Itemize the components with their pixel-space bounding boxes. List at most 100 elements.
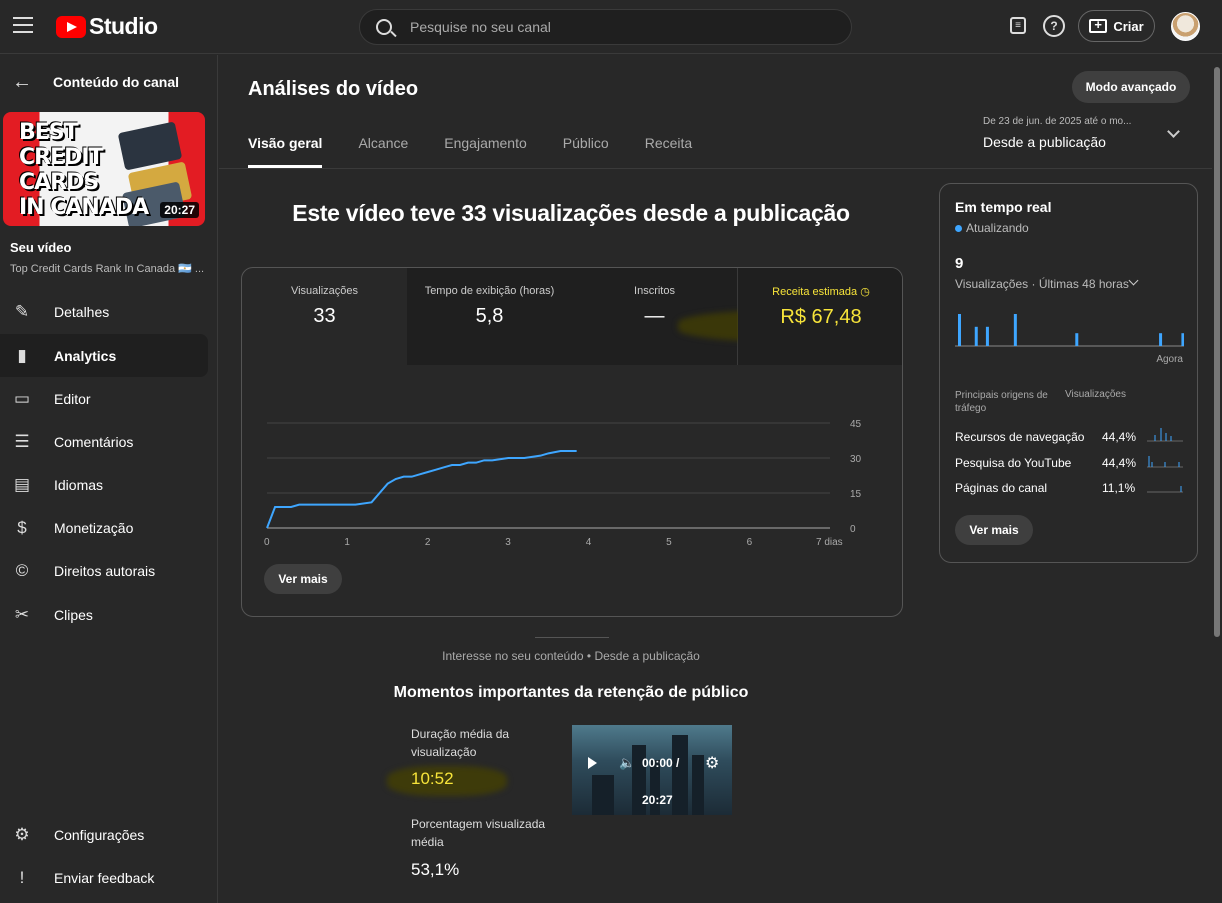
divider: [219, 168, 1212, 169]
metric-views[interactable]: Visualizações 33: [242, 268, 407, 365]
page-title: Análises do vídeo: [248, 78, 419, 100]
x-tick-label: 6: [747, 537, 753, 548]
see-more-button[interactable]: Ver mais: [264, 564, 342, 594]
realtime-bar[interactable]: [958, 314, 961, 346]
realtime-bar[interactable]: [1159, 333, 1163, 346]
sidebar-item-label: Clipes: [54, 606, 93, 623]
y-tick-label: 30: [850, 454, 862, 465]
thumbnail-text: BEST CREDIT CARDS IN CANADA: [19, 120, 149, 220]
gear-icon: ⚙: [14, 824, 30, 844]
skyline-image: [692, 755, 704, 815]
help-icon[interactable]: ?: [1043, 15, 1065, 37]
source-name: Recursos de navegação: [955, 430, 1085, 444]
realtime-bar[interactable]: [1181, 333, 1184, 346]
search-bar[interactable]: [359, 9, 852, 45]
traffic-source-row: Pesquisa do YouTube 44,4%: [955, 456, 1185, 470]
date-range-detail: De 23 de jun. de 2025 até o mo...: [983, 116, 1132, 127]
copyright-icon: ©: [15, 560, 29, 580]
realtime-title: Em tempo real: [955, 199, 1052, 215]
tab-engagement[interactable]: Engajamento: [444, 135, 527, 168]
comment-icon: ☰: [14, 431, 30, 451]
realtime-see-more-button[interactable]: Ver mais: [955, 515, 1033, 545]
pencil-icon: ✎: [14, 301, 30, 321]
sidebar-item-clips[interactable]: ✂ Clipes: [0, 593, 208, 636]
traffic-source-row: Páginas do canal 11,1%: [955, 481, 1185, 495]
clapper-icon: ▭: [13, 388, 31, 408]
gear-icon[interactable]: ⚙: [705, 753, 719, 773]
metric-label: Visualizações: [290, 285, 359, 297]
avg-duration-label: Duração média da visualização: [411, 727, 510, 759]
feedback-icon: !: [19, 867, 25, 887]
menu-icon[interactable]: [13, 17, 33, 33]
sidebar-item-label: Configurações: [54, 826, 145, 843]
sidebar-item-label: Detalhes: [54, 303, 110, 320]
sidebar-item-label: Idiomas: [54, 476, 104, 493]
source-sparkline: [1147, 486, 1183, 493]
search-icon[interactable]: [376, 19, 392, 35]
play-icon[interactable]: [588, 757, 597, 769]
x-tick-label: 3: [505, 537, 511, 548]
video-player[interactable]: 🔈 00:00 / ⚙ 20:27: [572, 725, 732, 815]
top-bar: Studio ≡ ? Criar: [0, 0, 1222, 54]
chevron-down-icon[interactable]: [1128, 275, 1139, 286]
skyline-image: [592, 775, 614, 815]
search-input[interactable]: [410, 10, 830, 44]
subtitles-icon: ▤: [13, 474, 31, 494]
sidebar-item-label: Monetização: [54, 519, 134, 536]
player-time: 00:00 /: [642, 756, 680, 770]
create-label: Criar: [1113, 18, 1144, 34]
source-name: Páginas do canal: [955, 481, 1048, 495]
sidebar-item-editor[interactable]: ▭ Editor: [0, 377, 208, 420]
scrollbar-thumb[interactable]: [1214, 67, 1220, 637]
source-percent: 11,1%: [1102, 481, 1136, 495]
tab-audience[interactable]: Público: [563, 135, 609, 168]
sidebar-item-copyright[interactable]: © Direitos autorais: [0, 549, 208, 592]
advanced-mode-button[interactable]: Modo avançado: [1072, 71, 1190, 103]
sidebar-item-monetization[interactable]: $ Monetização: [0, 506, 208, 549]
sidebar-item-comments[interactable]: ☰ Comentários: [0, 420, 208, 463]
sidebar-item-feedback[interactable]: ! Enviar feedback: [0, 856, 208, 899]
realtime-bar[interactable]: [974, 326, 978, 346]
tab-overview[interactable]: Visão geral: [248, 135, 323, 168]
video-thumbnail[interactable]: BEST CREDIT CARDS IN CANADA 20:27: [3, 112, 205, 226]
source-sparkline: [1147, 456, 1183, 468]
metric-label: Tempo de exibição (horas): [424, 285, 555, 297]
avatar[interactable]: [1171, 12, 1200, 41]
dollar-icon: $: [17, 517, 27, 537]
your-video-label: Seu vídeo: [10, 240, 72, 255]
metric-label: Inscritos: [634, 285, 675, 297]
realtime-count: 9: [955, 255, 964, 272]
sidebar-item-analytics[interactable]: ▮ Analytics: [0, 334, 208, 377]
x-tick-label: 1: [344, 537, 350, 548]
realtime-bar[interactable]: [985, 326, 989, 346]
sidebar-item-details[interactable]: ✎ Detalhes: [0, 290, 208, 333]
source-sparkline: [1147, 428, 1183, 442]
sidebar-item-languages[interactable]: ▤ Idiomas: [0, 463, 208, 506]
metric-watch-time[interactable]: Tempo de exibição (horas) 5,8: [407, 268, 572, 365]
date-range-label: Desde a publicação: [983, 134, 1106, 150]
arrow-left-icon[interactable]: ←: [12, 71, 32, 94]
realtime-card: Em tempo real Atualizando 9 Visualizaçõe…: [939, 183, 1198, 563]
sidebar-item-label: Editor: [54, 390, 91, 407]
feedback-icon[interactable]: ≡: [1010, 17, 1026, 34]
tab-revenue[interactable]: Receita: [645, 135, 692, 168]
volume-icon[interactable]: 🔈: [619, 755, 635, 771]
scissors-icon: ✂: [14, 604, 30, 624]
x-tick-label: 4: [586, 537, 592, 548]
create-button[interactable]: Criar: [1078, 10, 1155, 42]
back-to-content[interactable]: ← Conteúdo do canal: [0, 69, 218, 95]
x-tick-label: 7 dias: [816, 537, 843, 548]
tab-reach[interactable]: Alcance: [358, 135, 408, 168]
realtime-bar[interactable]: [1075, 333, 1079, 346]
studio-logo[interactable]: Studio: [56, 13, 158, 40]
sources-header: Principais origens de tráfego: [955, 390, 1048, 414]
metric-revenue[interactable]: Receita estimada ◷ R$ 67,48: [738, 268, 902, 365]
scrollbar[interactable]: [1212, 55, 1222, 903]
stats-card: Visualizações 33 Tempo de exibição (hora…: [241, 267, 903, 617]
sidebar-item-settings[interactable]: ⚙ Configurações: [0, 813, 208, 856]
sidebar-item-label: Comentários: [54, 433, 134, 450]
avg-percent-value: 53,1%: [411, 860, 460, 879]
realtime-period[interactable]: Visualizações · Últimas 48 horas: [955, 277, 1129, 291]
realtime-bar[interactable]: [1013, 314, 1017, 346]
date-range-selector[interactable]: De 23 de jun. de 2025 até o mo... Desde …: [983, 116, 1193, 150]
